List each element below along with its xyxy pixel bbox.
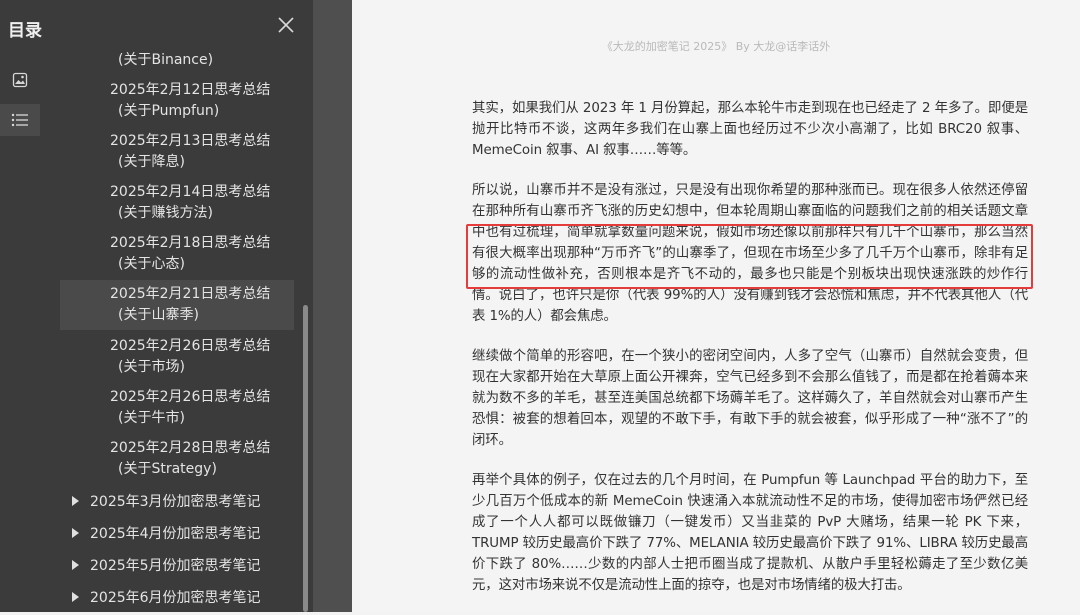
toc-group-june[interactable]: 2025年6月份加密思考笔记: [72, 587, 261, 607]
close-icon[interactable]: [276, 15, 296, 35]
toc-item-sublabel: (关于Pumpfun): [118, 103, 220, 119]
toc-item-sublabel: (关于山寨季): [118, 307, 199, 323]
toc-sidebar: 目录 (关于Binance) 2025年2月12日思考总结 (关于Pumpfun…: [0, 0, 313, 612]
toc-item-label: 2025年2月14日思考总结: [110, 184, 271, 200]
list-icon[interactable]: [0, 104, 40, 136]
toc-item-label: 2025年2月21日思考总结: [110, 286, 271, 302]
toc-item[interactable]: 2025年2月13日思考总结 (关于降息): [60, 131, 294, 173]
toc-item[interactable]: (关于Binance): [60, 50, 294, 71]
toc-item-label: 2025年2月26日思考总结: [110, 389, 271, 405]
toc-title: 目录: [8, 21, 42, 41]
toc-item-label: 2025年2月26日思考总结: [110, 338, 271, 354]
paragraph: 其实，如果我们从 2023 年 1 月份算起，那么本轮牛市走到现在也已经走了 2…: [472, 101, 1028, 158]
document-page: 《大龙的加密笔记 2025》 By 大龙@话李话外 其实，如果我们从 2023 …: [352, 0, 1080, 612]
page-content: 其实，如果我们从 2023 年 1 月份算起，那么本轮牛市走到现在也已经走了 2…: [472, 98, 1028, 615]
toc-group-may[interactable]: 2025年5月份加密思考笔记: [72, 555, 261, 575]
panel-divider: [313, 0, 352, 612]
toc-group-label: 2025年4月份加密思考笔记: [90, 526, 261, 542]
toc-item-label: 2025年2月12日思考总结: [110, 82, 271, 98]
expand-triangle-icon: [72, 528, 79, 538]
toc-scrollbar[interactable]: [303, 305, 308, 612]
toc-item[interactable]: 2025年2月26日思考总结 (关于市场): [60, 336, 294, 378]
toc-item[interactable]: 2025年2月14日思考总结 (关于赚钱方法): [60, 182, 294, 224]
toc-item-label: 2025年2月13日思考总结: [110, 133, 271, 149]
expand-triangle-icon: [72, 496, 79, 506]
toc-group-april[interactable]: 2025年4月份加密思考笔记: [72, 523, 261, 543]
page-header: 《大龙的加密笔记 2025》 By 大龙@话李话外: [601, 40, 831, 53]
toc-group-label: 2025年3月份加密思考笔记: [90, 494, 261, 510]
toc-group-label: 2025年6月份加密思考笔记: [90, 590, 261, 606]
paragraph: 继续做个简单的形容吧，在一个狭小的密闭空间内，人多了空气（山寨币）自然就会变贵，…: [472, 349, 1028, 448]
paragraph: 再举个具体的例子，仅在过去的几个月时间，在 Pumpfun 等 Launchpa…: [472, 473, 1028, 593]
toc-item[interactable]: 2025年2月12日思考总结 (关于Pumpfun): [60, 80, 294, 122]
image-icon[interactable]: [0, 64, 40, 96]
toc-item[interactable]: 2025年2月18日思考总结 (关于心态): [60, 233, 294, 275]
toc-group-label: 2025年5月份加密思考笔记: [90, 558, 261, 574]
toc-item-sublabel: (关于赚钱方法): [118, 205, 213, 221]
toc-item-sublabel: (关于降息): [118, 154, 185, 170]
highlight-box: [466, 224, 1033, 289]
expand-triangle-icon: [72, 560, 79, 570]
toc-item[interactable]: 2025年2月26日思考总结 (关于牛市): [60, 387, 294, 429]
toc-item[interactable]: 2025年2月28日思考总结 (关于Strategy): [60, 438, 294, 480]
toc-item-sublabel: (关于Strategy): [118, 461, 217, 477]
toc-item-label: (关于Binance): [118, 52, 214, 68]
toc-item-label: 2025年2月28日思考总结: [110, 440, 271, 456]
toc-item-label: 2025年2月18日思考总结: [110, 235, 271, 251]
toc-item-selected[interactable]: 2025年2月21日思考总结 (关于山寨季): [60, 280, 294, 330]
toc-item-sublabel: (关于心态): [118, 256, 185, 272]
toc-item-sublabel: (关于牛市): [118, 410, 185, 426]
toc-group-march[interactable]: 2025年3月份加密思考笔记: [72, 491, 261, 511]
expand-triangle-icon: [72, 592, 79, 602]
toc-item-sublabel: (关于市场): [118, 359, 185, 375]
